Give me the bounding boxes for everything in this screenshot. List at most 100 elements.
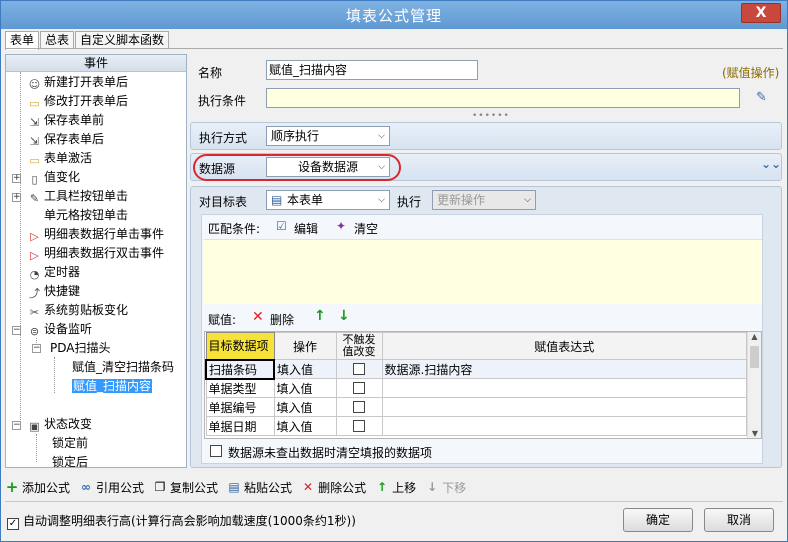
table-cell[interactable]: 单据类型: [205, 378, 275, 398]
table-cell[interactable]: 填入值: [273, 416, 337, 436]
exec-select[interactable]: 更新操作 ⌵: [432, 190, 536, 210]
tree-item-value-change[interactable]: ▯ 值变化: [28, 168, 80, 187]
table-cell[interactable]: [381, 397, 747, 417]
table-cell[interactable]: 填入值: [273, 378, 337, 398]
target-select[interactable]: ▤ 本表单 ⌵: [266, 190, 390, 210]
match-label: 匹配条件:: [208, 222, 261, 236]
tree-item-before-save[interactable]: ⇲ 保存表单前: [28, 111, 104, 130]
scissors-icon: ✂: [29, 306, 40, 319]
tab-custom-script[interactable]: 自定义脚本函数: [75, 31, 170, 49]
tree-item-toolbar-click[interactable]: ✎ 工具栏按钮单击: [28, 187, 128, 206]
clear-button[interactable]: 清空: [354, 220, 378, 237]
collapse-toggle[interactable]: −: [12, 326, 21, 335]
scroll-up-icon[interactable]: ▲: [748, 332, 761, 341]
ref-formula-button[interactable]: ∞ 引用公式: [79, 479, 144, 496]
delete-x-icon[interactable]: ✕: [252, 309, 264, 325]
tree-item-form-activate[interactable]: ▭ 表单激活: [28, 149, 92, 168]
tab-summary[interactable]: 总表: [40, 31, 75, 49]
vertical-scrollbar[interactable]: ▲ ▼: [747, 332, 761, 438]
events-header: 事件: [6, 55, 186, 72]
table-cell[interactable]: [381, 378, 747, 398]
action-type-label: (赋值操作): [722, 66, 780, 80]
tree-item-timer[interactable]: ◔ 定时器: [28, 263, 80, 282]
clear-icon[interactable]: ✦: [336, 219, 346, 233]
no-trigger-checkbox[interactable]: [335, 416, 383, 436]
edit-button[interactable]: 编辑: [294, 220, 318, 237]
table-row[interactable]: 单据日期 填入值: [205, 416, 747, 436]
tree-item-device-listen[interactable]: ⊜ 设备监听: [28, 320, 92, 339]
tree-item-after-save[interactable]: ⇲ 保存表单后: [28, 130, 104, 149]
tree-item-assign-scan-content[interactable]: 赋值_扫描内容: [72, 377, 153, 396]
tree-item-cell-button-click[interactable]: 单元格按钮单击: [44, 206, 128, 225]
exec-mode-select[interactable]: 顺序执行 ⌵: [266, 126, 390, 146]
move-up-button[interactable]: ↑ 上移: [375, 479, 416, 496]
tree-item-state-change[interactable]: ▣ 状态改变: [28, 415, 92, 434]
table-cell[interactable]: 单据编号: [205, 397, 275, 417]
condition-editor-icon[interactable]: ✎: [756, 90, 767, 105]
tree-item-row-click[interactable]: ▷ 明细表数据行单击事件: [28, 225, 164, 244]
tree-item-assign-clear-barcode[interactable]: 赋值_清空扫描条码: [72, 358, 174, 377]
delete-formula-button[interactable]: ✕ 删除公式: [301, 479, 366, 496]
ok-button[interactable]: 确定: [623, 508, 693, 532]
splitter-handle[interactable]: ••••••: [472, 111, 510, 121]
device-icon: ⊜: [29, 325, 40, 338]
scroll-thumb[interactable]: [750, 346, 759, 368]
table-cell[interactable]: 扫描条码: [205, 358, 275, 380]
tree-item-pda-scanner[interactable]: PDA扫描头: [50, 339, 110, 358]
tree-item-before-lock[interactable]: 锁定前: [52, 434, 88, 453]
table-row[interactable]: 扫描条码 填入值 数据源.扫描内容: [205, 358, 747, 380]
tree-item-row-dblclick[interactable]: ▷ 明细表数据行双击事件: [28, 244, 164, 263]
table-row[interactable]: 单据类型 填入值: [205, 378, 747, 398]
paste-formula-button[interactable]: ▤ 粘贴公式: [227, 479, 292, 496]
title-bar: 填表公式管理 X: [1, 1, 787, 29]
table-cell[interactable]: 填入值: [273, 397, 337, 417]
no-trigger-checkbox[interactable]: [335, 378, 383, 398]
tree-item-after-lock[interactable]: 锁定后: [52, 453, 88, 472]
col-no-trigger[interactable]: 不触发值改变: [335, 332, 383, 360]
window-title: 填表公式管理: [345, 7, 442, 25]
condition-input[interactable]: [266, 88, 740, 108]
move-down-button[interactable]: ↓ 下移: [425, 479, 466, 496]
scroll-down-icon[interactable]: ▼: [748, 429, 761, 438]
tree-item-shortcut[interactable]: ⤴ 快捷键: [28, 282, 80, 301]
no-trigger-checkbox[interactable]: [335, 359, 383, 379]
move-up-arrow-icon[interactable]: ↑: [314, 308, 326, 324]
chevron-down-icon: ⌵: [378, 195, 385, 205]
no-trigger-checkbox[interactable]: [335, 397, 383, 417]
plus-icon: +: [5, 478, 19, 496]
col-operation[interactable]: 操作: [273, 332, 337, 360]
folder-icon: ▭: [29, 154, 40, 167]
collapse-toggle[interactable]: −: [12, 421, 21, 430]
dialog-window: 填表公式管理 X 表单 总表 自定义脚本函数 事件 ☺ 新建打开表单后 ▭ 修改打开…: [0, 0, 788, 542]
table-cell[interactable]: 单据日期: [205, 416, 275, 436]
match-condition-area[interactable]: [204, 239, 762, 304]
expand-toggle[interactable]: +: [12, 174, 21, 183]
clear-ds-label: 数据源未查出数据时清空填报的数据项: [228, 446, 433, 460]
close-button[interactable]: X: [741, 3, 781, 23]
col-target-item[interactable]: 目标数据项: [205, 332, 275, 360]
down-arrow-icon: ↓: [427, 480, 438, 494]
table-cell[interactable]: 填入值: [273, 359, 337, 379]
clear-ds-checkbox[interactable]: [210, 444, 222, 458]
table-cell[interactable]: 数据源.扫描内容: [381, 359, 747, 379]
timer-icon: ◔: [29, 268, 40, 281]
autoheight-checkbox[interactable]: ✓: [7, 513, 19, 530]
col-expression[interactable]: 赋值表达式: [381, 332, 747, 360]
save-before-icon: ⇲: [29, 116, 40, 129]
expand-toggle[interactable]: +: [12, 193, 21, 202]
copy-formula-button[interactable]: ❐ 复制公式: [153, 479, 218, 496]
edit-icon[interactable]: ☑: [276, 219, 287, 233]
collapse-toggle[interactable]: −: [32, 344, 41, 353]
shortcut-icon: ⤴: [29, 287, 40, 300]
collapse-double-chevron-icon[interactable]: ⌄⌄: [761, 157, 781, 171]
table-row[interactable]: 单据编号 填入值: [205, 397, 747, 417]
cancel-button[interactable]: 取消: [704, 508, 774, 532]
move-down-arrow-icon[interactable]: ↓: [338, 308, 350, 324]
name-input[interactable]: 赋值_扫描内容: [266, 60, 478, 80]
delete-row-button[interactable]: 删除: [270, 311, 294, 328]
tree-item-clipboard[interactable]: ✂ 系统剪贴板变化: [28, 301, 128, 320]
tree-item-new-open[interactable]: ☺ 新建打开表单后: [28, 73, 128, 92]
tree-item-modify-open[interactable]: ▭ 修改打开表单后: [28, 92, 128, 111]
add-formula-button[interactable]: + 添加公式: [5, 478, 70, 496]
table-cell[interactable]: [381, 416, 747, 436]
